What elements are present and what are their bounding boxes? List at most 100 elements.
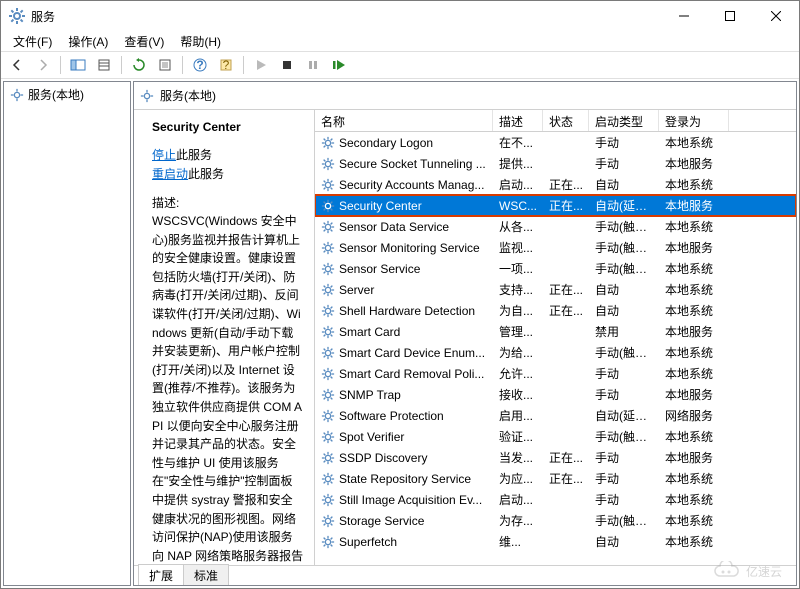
restart-service-link[interactable]: 重启动 bbox=[152, 167, 188, 181]
service-row[interactable]: Server支持...正在...自动本地系统 bbox=[315, 279, 796, 300]
pause-service-button[interactable] bbox=[301, 54, 325, 76]
service-row[interactable]: Shell Hardware Detection为自...正在...自动本地系统 bbox=[315, 300, 796, 321]
service-start: 手动(触发... bbox=[589, 218, 659, 235]
service-row[interactable]: SSDP Discovery当发...正在...手动本地服务 bbox=[315, 447, 796, 468]
service-start: 自动 bbox=[589, 533, 659, 550]
show-hide-tree-button[interactable] bbox=[66, 54, 90, 76]
service-logon: 本地服务 bbox=[659, 386, 729, 403]
service-logon: 本地服务 bbox=[659, 239, 729, 256]
tree-node-services-local[interactable]: 服务(本地) bbox=[4, 82, 130, 107]
stop-service-link[interactable]: 停止 bbox=[152, 148, 176, 162]
col-logon[interactable]: 登录为 bbox=[659, 110, 729, 131]
service-logon: 本地服务 bbox=[659, 197, 729, 214]
service-row[interactable]: Smart Card Device Enum...为给...手动(触发...本地… bbox=[315, 342, 796, 363]
menu-help[interactable]: 帮助(H) bbox=[172, 31, 229, 52]
service-start: 手动(触发... bbox=[589, 428, 659, 445]
service-start: 手动(触发... bbox=[589, 512, 659, 529]
close-button[interactable] bbox=[753, 1, 799, 31]
service-row[interactable]: Superfetch维...自动本地系统 bbox=[315, 531, 796, 552]
service-desc: 维... bbox=[493, 533, 543, 550]
service-row[interactable]: Secondary Logon在不...手动本地系统 bbox=[315, 132, 796, 153]
help-button[interactable]: ? bbox=[188, 54, 212, 76]
service-logon: 本地系统 bbox=[659, 218, 729, 235]
service-desc: 监视... bbox=[493, 239, 543, 256]
service-desc: 从各... bbox=[493, 218, 543, 235]
service-row[interactable]: Secure Socket Tunneling ...提供...手动本地服务 bbox=[315, 153, 796, 174]
details-header: 服务(本地) bbox=[134, 82, 796, 110]
gear-icon bbox=[321, 451, 335, 465]
gear-icon bbox=[321, 199, 335, 213]
service-logon: 本地系统 bbox=[659, 302, 729, 319]
tab-extended[interactable]: 扩展 bbox=[138, 564, 184, 585]
service-name: Secure Socket Tunneling ... bbox=[339, 157, 486, 171]
service-name: Storage Service bbox=[339, 514, 424, 528]
service-row[interactable]: Sensor Service一项...手动(触发...本地系统 bbox=[315, 258, 796, 279]
service-start: 禁用 bbox=[589, 323, 659, 340]
help-button-2[interactable]: ? bbox=[214, 54, 238, 76]
service-start: 自动 bbox=[589, 281, 659, 298]
service-desc: 启动... bbox=[493, 491, 543, 508]
separator bbox=[182, 56, 183, 74]
tab-standard[interactable]: 标准 bbox=[183, 564, 229, 585]
gear-icon bbox=[140, 89, 154, 103]
service-desc: 支持... bbox=[493, 281, 543, 298]
window-title: 服务 bbox=[31, 8, 661, 25]
nav-back-button[interactable] bbox=[5, 54, 29, 76]
separator bbox=[243, 56, 244, 74]
details-body: Security Center 停止此服务 重启动此服务 描述: WSCSVC(… bbox=[134, 110, 796, 565]
restart-service-button[interactable] bbox=[327, 54, 351, 76]
service-row[interactable]: Storage Service为存...手动(触发...本地系统 bbox=[315, 510, 796, 531]
col-start[interactable]: 启动类型 bbox=[589, 110, 659, 131]
gear-icon bbox=[321, 514, 335, 528]
menu-file[interactable]: 文件(F) bbox=[5, 31, 60, 52]
service-name: Spot Verifier bbox=[339, 430, 404, 444]
properties-button[interactable] bbox=[153, 54, 177, 76]
gear-icon bbox=[321, 535, 335, 549]
maximize-button[interactable] bbox=[707, 1, 753, 31]
service-start: 手动(触发... bbox=[589, 344, 659, 361]
service-row[interactable]: Sensor Data Service 从各... 手动(触发...本地系统 bbox=[315, 216, 796, 237]
service-start: 手动(触发... bbox=[589, 260, 659, 277]
service-logon: 本地系统 bbox=[659, 344, 729, 361]
refresh-button[interactable] bbox=[127, 54, 151, 76]
service-start: 自动(延迟... bbox=[589, 407, 659, 424]
selected-service-title: Security Center bbox=[152, 120, 304, 134]
col-status[interactable]: 状态 bbox=[543, 110, 589, 131]
details-header-label: 服务(本地) bbox=[160, 87, 216, 104]
tree-pane[interactable]: 服务(本地) bbox=[3, 81, 131, 586]
service-row[interactable]: Still Image Acquisition Ev...启动...手动本地系统 bbox=[315, 489, 796, 510]
menu-action[interactable]: 操作(A) bbox=[60, 31, 116, 52]
gear-icon bbox=[321, 241, 335, 255]
separator bbox=[60, 56, 61, 74]
service-logon: 本地系统 bbox=[659, 365, 729, 382]
service-row[interactable]: Spot Verifier验证...手动(触发...本地系统 bbox=[315, 426, 796, 447]
export-list-button[interactable] bbox=[92, 54, 116, 76]
minimize-button[interactable] bbox=[661, 1, 707, 31]
service-desc: 为存... bbox=[493, 512, 543, 529]
service-row[interactable]: Security CenterWSC...正在...自动(延迟...本地服务 bbox=[315, 195, 796, 216]
service-row[interactable]: Smart Card管理...禁用本地服务 bbox=[315, 321, 796, 342]
service-row[interactable]: Security Accounts Manag...启动...正在...自动本地… bbox=[315, 174, 796, 195]
service-row[interactable]: Sensor Monitoring Service监视...手动(触发...本地… bbox=[315, 237, 796, 258]
service-start: 手动 bbox=[589, 134, 659, 151]
service-name: SSDP Discovery bbox=[339, 451, 427, 465]
start-service-button[interactable] bbox=[249, 54, 273, 76]
service-row[interactable]: SNMP Trap接收...手动本地服务 bbox=[315, 384, 796, 405]
gear-icon bbox=[321, 430, 335, 444]
svg-text:?: ? bbox=[196, 58, 203, 72]
stop-service-button[interactable] bbox=[275, 54, 299, 76]
service-row[interactable]: Software Protection启用...自动(延迟...网络服务 bbox=[315, 405, 796, 426]
list-rows[interactable]: Secondary Logon在不...手动本地系统Secure Socket … bbox=[315, 132, 796, 565]
service-row[interactable]: State Repository Service为应...正在...手动本地系统 bbox=[315, 468, 796, 489]
app-gear-icon bbox=[9, 8, 25, 24]
gear-icon bbox=[321, 388, 335, 402]
service-name: Sensor Data Service bbox=[339, 220, 449, 234]
menu-view[interactable]: 查看(V) bbox=[116, 31, 172, 52]
col-name[interactable]: 名称 bbox=[315, 110, 493, 131]
service-row[interactable]: Smart Card Removal Poli...允许...手动本地系统 bbox=[315, 363, 796, 384]
service-logon: 本地服务 bbox=[659, 323, 729, 340]
list-columns: 名称 描述 状态 启动类型 登录为 bbox=[315, 110, 796, 132]
gear-icon bbox=[321, 367, 335, 381]
nav-forward-button[interactable] bbox=[31, 54, 55, 76]
col-desc[interactable]: 描述 bbox=[493, 110, 543, 131]
